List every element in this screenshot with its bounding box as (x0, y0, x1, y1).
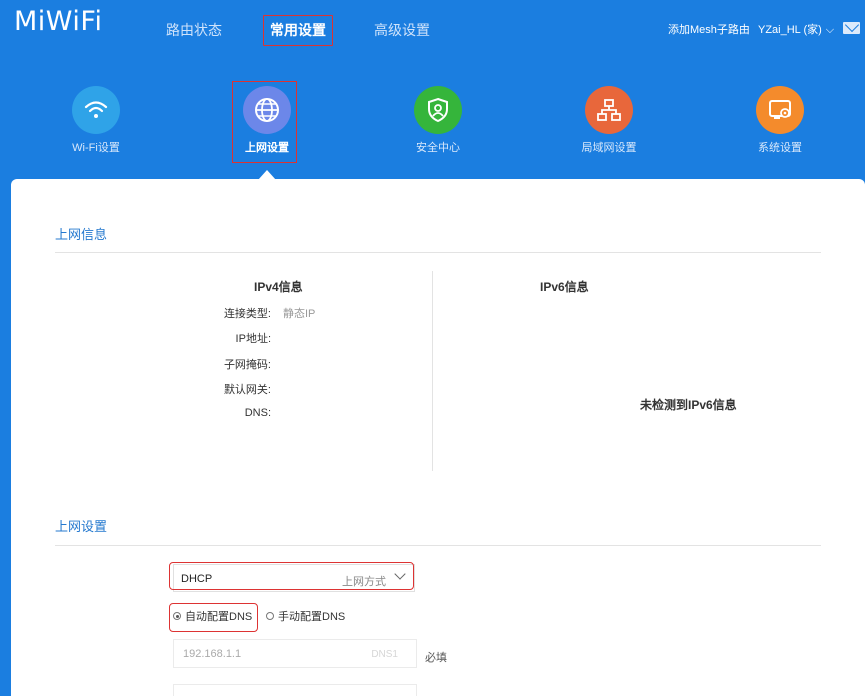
category-label: 安全中心 (416, 142, 460, 154)
mail-icon[interactable] (843, 22, 860, 34)
nav-advanced-settings[interactable]: 高级设置 (374, 20, 430, 40)
radio-label: 手动配置DNS (278, 611, 346, 623)
ipv4-label-conn-type: 连接类型: (223, 308, 271, 320)
radio-manual-dns[interactable]: 手动配置DNS (266, 608, 345, 624)
shield-user-icon (414, 86, 462, 134)
user-name: YZai_HL (家) (758, 24, 822, 36)
nav-router-status[interactable]: 路由状态 (166, 20, 222, 40)
ipv6-empty-message: 未检测到IPv6信息 (640, 398, 737, 412)
content-panel: 上网信息 IPv4信息 连接类型: 静态IP IP地址: 子网掩码: 默认网关:… (11, 179, 865, 696)
column-divider (432, 271, 433, 471)
nav-common-settings[interactable]: 常用设置 (263, 15, 333, 46)
category-system-settings[interactable]: 系统设置 (730, 86, 830, 155)
add-mesh-router-link[interactable]: 添加Mesh子路由 (668, 21, 750, 37)
category-label: Wi-Fi设置 (72, 142, 120, 154)
ipv4-label-ip: IP地址: (235, 333, 271, 345)
ipv4-value-conn-type: 静态IP (283, 308, 316, 320)
category-internet-settings[interactable]: 上网设置 (217, 81, 317, 163)
radio-selected-icon (173, 612, 181, 620)
category-label: 局域网设置 (581, 142, 637, 154)
category-label: 系统设置 (758, 142, 802, 154)
category-security-center[interactable]: 安全中心 (388, 86, 488, 155)
category-wifi-settings[interactable]: Wi-Fi设置 (46, 86, 146, 155)
radio-label: 自动配置DNS (185, 611, 253, 623)
ipv4-title: IPv4信息 (254, 280, 303, 294)
ipv4-label-dns: DNS: (244, 407, 271, 419)
miwifi-logo: MiWiFi (14, 6, 103, 37)
category-label: 上网设置 (245, 142, 289, 154)
category-lan-settings[interactable]: 局域网设置 (559, 86, 659, 155)
radio-unselected-icon (266, 612, 274, 620)
lan-network-icon (585, 86, 633, 134)
dns2-field[interactable] (173, 684, 417, 696)
dns1-field[interactable]: DNS1 (173, 639, 417, 668)
system-settings-icon (756, 86, 804, 134)
dns1-tag: DNS1 (371, 649, 398, 660)
ipv4-label-gateway: 默认网关: (223, 384, 271, 396)
globe-icon (243, 86, 291, 134)
ipv6-title: IPv6信息 (540, 280, 589, 294)
user-menu[interactable]: YZai_HL (家) ⌵ (758, 21, 834, 37)
connection-mode-select[interactable]: DHCP 上网方式 (173, 564, 415, 592)
section-title-net-info: 上网信息 (55, 227, 108, 242)
divider (55, 545, 821, 546)
radio-auto-dns[interactable]: 自动配置DNS (173, 608, 252, 624)
required-label: 必填 (425, 652, 447, 664)
ipv4-label-mask: 子网掩码: (223, 359, 271, 371)
wifi-icon (72, 86, 120, 134)
connection-mode-value: DHCP (181, 573, 213, 585)
section-title-net-settings: 上网设置 (55, 519, 108, 534)
chevron-down-icon: ⌵ (825, 24, 835, 36)
connection-mode-placeholder: 上网方式 (342, 576, 386, 588)
divider (55, 252, 821, 253)
chevron-down-icon (394, 568, 406, 580)
